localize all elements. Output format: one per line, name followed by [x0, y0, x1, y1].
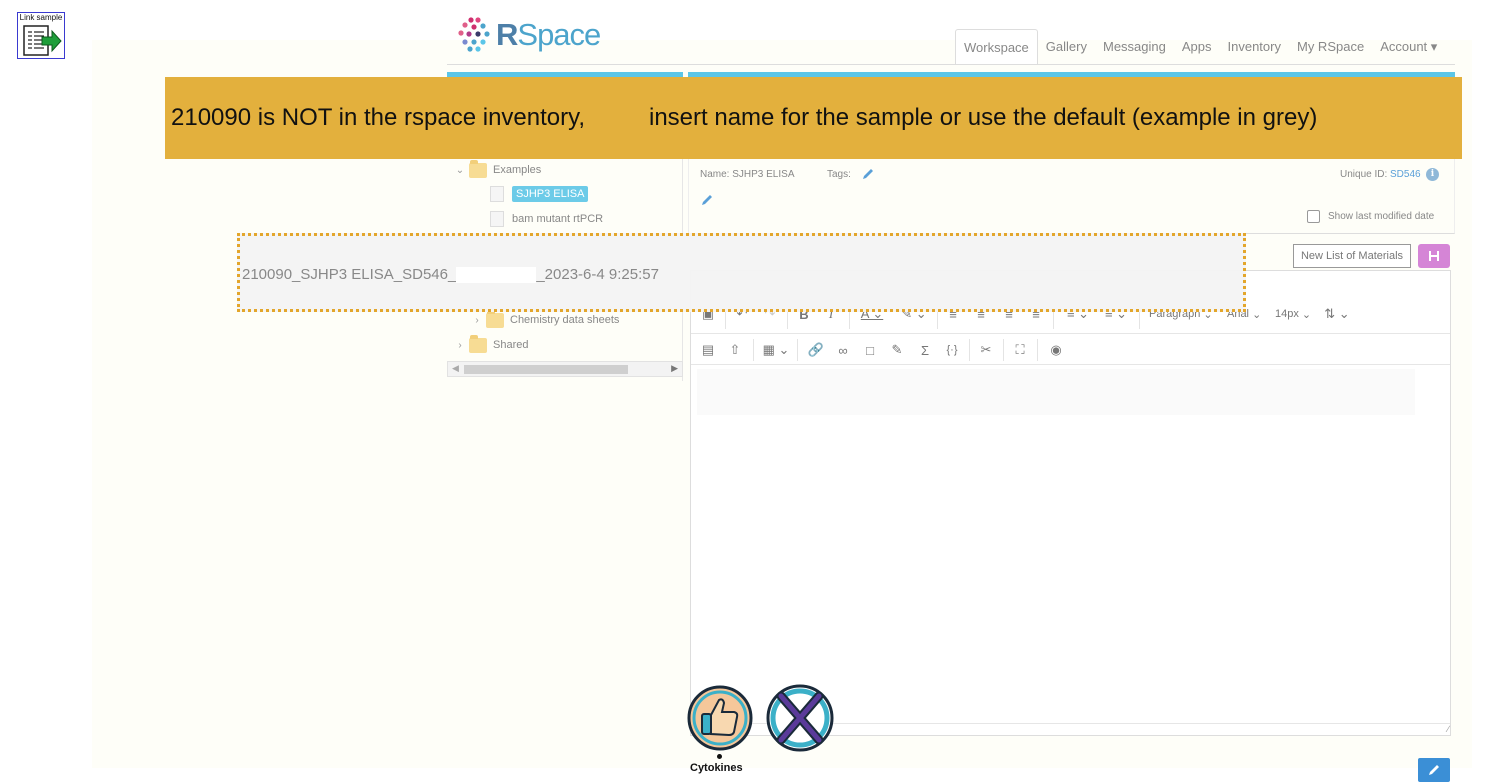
document-icon [490, 186, 504, 202]
document-name: Name: SJHP3 ELISA [700, 169, 795, 180]
image-icon[interactable]: ▤ [699, 339, 717, 361]
cytokines-label: Cytokines [690, 762, 743, 774]
fullscreen-icon[interactable]: ⛶ [1011, 339, 1029, 361]
scrollbar-thumb[interactable] [464, 365, 628, 374]
tree-item-label: bam mutant rtPCR [512, 213, 604, 225]
sample-name-input[interactable]: 210090_SJHP3 ELISA_SD546_ _2023-6-4 9:25:… [237, 233, 1246, 312]
tree-item-examples[interactable]: ⌄ Examples [455, 159, 542, 180]
app-root: Link sample RSpace Workspace Gallery Mes… [0, 0, 1487, 784]
tree-item-chemistry[interactable]: › Chemistry data sheets [472, 309, 620, 330]
table-icon[interactable]: ▦ ⌄ [761, 339, 791, 361]
save-button[interactable] [1418, 244, 1450, 268]
tree-item-sjhp3-elisa[interactable]: SJHP3 ELISA [490, 184, 589, 204]
save-icon [1429, 251, 1439, 261]
tree-item-shared[interactable]: › Shared [455, 334, 529, 355]
comment-icon[interactable]: □ [861, 339, 879, 361]
toolbar-separator [969, 339, 970, 361]
pencil-icon [1429, 765, 1439, 775]
brush-icon[interactable]: ✎ [888, 339, 906, 361]
nav-account[interactable]: Account ▾ [1372, 29, 1445, 65]
nav-gallery[interactable]: Gallery [1038, 29, 1095, 65]
editor-toolbar-row-2: ▤ ⇧ ▦ ⌄ 🔗 ∞ □ ✎ Σ {·} ✂ ⛶ ◉ [691, 334, 1450, 365]
nav-messaging[interactable]: Messaging [1095, 29, 1174, 65]
edit-document-button[interactable] [1418, 758, 1450, 782]
edit-tags-pencil-icon[interactable] [861, 167, 875, 181]
nav-divider [447, 64, 1455, 65]
tree-horizontal-scrollbar[interactable]: ◀ ▶ [447, 361, 683, 377]
nav-workspace[interactable]: Workspace [955, 29, 1038, 65]
nav-apps[interactable]: Apps [1174, 29, 1220, 65]
logo-text: RSpace [496, 17, 601, 52]
tree-item-label: SJHP3 ELISA [512, 186, 589, 202]
rich-text-editor: ▣ ↶ ↷ B I A ⌄ ✎ ⌄ ≡ ≡ ≡ ≡ ≡ ⌄ ≡ ⌄ Paragr… [690, 270, 1451, 736]
rspace-logo-icon [458, 17, 490, 52]
default-name-example: 210090_SJHP3 ELISA_SD546_ _2023-6-4 9:25:… [242, 266, 659, 283]
scroll-left-icon[interactable]: ◀ [452, 363, 459, 374]
default-name-suffix: _2023-6-4 9:25:57 [536, 266, 659, 283]
show-last-modified-checkbox[interactable] [1307, 210, 1320, 223]
name-blank [456, 266, 537, 283]
toolbar-separator [797, 339, 798, 361]
document-icon [490, 211, 504, 227]
inventory-warning-banner: 210090 is NOT in the rspace inventory, i… [165, 77, 1462, 159]
chevron-down-icon[interactable]: ⌄ [455, 165, 465, 176]
folder-icon [486, 309, 504, 328]
sigma-icon[interactable]: Σ [916, 339, 934, 361]
scroll-right-icon[interactable]: ▶ [671, 363, 678, 374]
editor-content-area[interactable] [697, 369, 1415, 415]
code-braces-icon[interactable]: {·} [943, 339, 961, 361]
scissors-icon[interactable]: ✂ [977, 339, 995, 361]
chevron-right-icon[interactable]: › [455, 340, 465, 351]
line-height-icon[interactable]: ⇅ ⌄ [1323, 303, 1351, 325]
banner-right-text: insert name for the sample or use the de… [649, 104, 1318, 131]
toolbar-separator [1003, 339, 1004, 361]
link-sample-button[interactable]: Link sample [17, 12, 65, 59]
unique-id-label: Unique ID: [1340, 169, 1388, 180]
top-nav: Workspace Gallery Messaging Apps Invento… [955, 29, 1445, 65]
link-icon[interactable]: 🔗 [807, 339, 825, 361]
tree-item-label: Chemistry data sheets [510, 314, 620, 326]
nav-inventory[interactable]: Inventory [1220, 29, 1289, 65]
unique-id-link[interactable]: SD546 [1390, 169, 1421, 180]
thumbs-up-icon[interactable] [686, 684, 754, 752]
banner-left-text: 210090 is NOT in the rspace inventory, [171, 104, 585, 131]
anchor-link-icon[interactable]: ∞ [834, 339, 852, 361]
selection-dot [717, 754, 722, 759]
toolbar-separator [1037, 339, 1038, 361]
nav-my-rspace[interactable]: My RSpace [1289, 29, 1372, 65]
info-icon[interactable]: i [1426, 168, 1439, 181]
folder-icon [469, 334, 487, 353]
link-sample-icon [23, 25, 62, 56]
tags-label: Tags: [827, 169, 851, 180]
edit-name-pencil-icon[interactable] [700, 193, 714, 207]
font-size-select[interactable]: 14px ⌄ [1275, 303, 1311, 325]
new-list-of-materials-button[interactable]: New List of Materials [1293, 244, 1411, 268]
tree-item-label: Examples [493, 164, 542, 176]
default-name-prefix: 210090_SJHP3 ELISA_SD546_ [242, 266, 457, 283]
reject-x-icon[interactable] [764, 682, 836, 754]
upload-icon[interactable]: ⇧ [726, 339, 744, 361]
chevron-right-icon[interactable]: › [472, 315, 482, 326]
tree-item-label: Shared [493, 339, 529, 351]
folder-icon [469, 159, 487, 178]
toolbar-separator [753, 339, 754, 361]
rspace-logo[interactable]: RSpace [457, 15, 601, 55]
link-sample-label: Link sample [19, 13, 63, 22]
raccoon-icon[interactable]: ◉ [1046, 339, 1066, 361]
resize-handle-icon[interactable]: ∕ [1447, 724, 1449, 734]
tree-item-bam-mutant[interactable]: bam mutant rtPCR [490, 209, 603, 229]
show-last-modified-label: Show last modified date [1328, 211, 1435, 222]
